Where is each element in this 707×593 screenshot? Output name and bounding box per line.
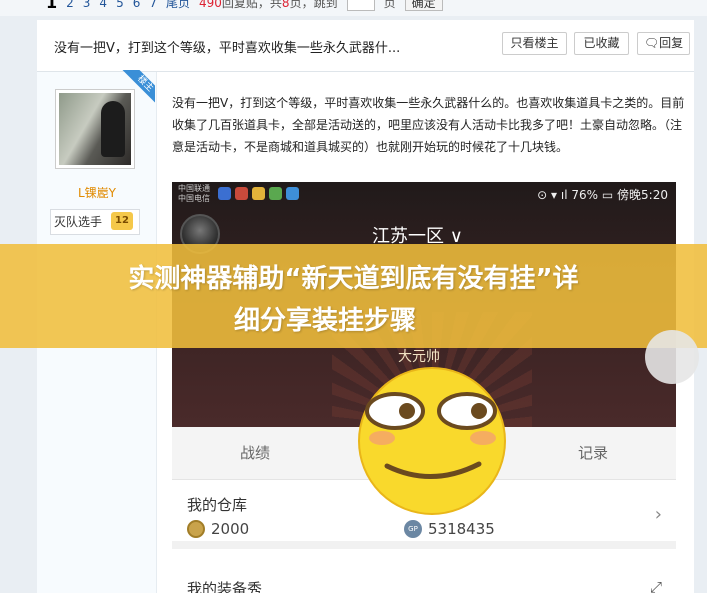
reply-icon: 🗨 [643, 36, 660, 50]
banner-line-2: 细分享装挂步骤 [234, 306, 417, 336]
page-count: 8 [281, 0, 290, 10]
only-op-button[interactable]: 只看楼主 [502, 32, 567, 55]
floating-button[interactable] [645, 330, 699, 384]
jump-page-input[interactable] [346, 0, 375, 11]
reply-count: 490 [199, 0, 222, 10]
username[interactable]: L锞嶏Y [37, 184, 157, 201]
smirk-emoji [358, 367, 506, 515]
coin-value: 2000 [211, 520, 250, 538]
reply-button-label: 回复 [659, 36, 684, 50]
reply-button[interactable]: 🗨回复 [637, 32, 690, 55]
battery-percent: 76% [571, 188, 599, 202]
page-link[interactable]: 4 [99, 0, 107, 10]
reply-count-suffix: 回复贴，共 [221, 0, 282, 10]
app-icon [252, 187, 265, 200]
page-link[interactable]: 3 [83, 0, 91, 10]
avatar-image [59, 93, 131, 165]
tab-history: 记录 [577, 444, 608, 462]
battery-icon: ▭ [601, 188, 614, 202]
jump-confirm-button[interactable]: 确定 [404, 0, 443, 11]
status-time: 傍晚5:20 [617, 188, 668, 202]
share-icon: ⤢ [649, 578, 662, 593]
tab-record: 战绩 [240, 444, 271, 462]
app-icon [269, 187, 282, 200]
chevron-right-icon: › [654, 504, 662, 525]
post-body: 没有一把V，打到这个等级，平时喜欢收集一些永久武器什么的。也喜欢收集道具卡之类的… [172, 96, 685, 154]
banner-line-1: 实测神器辅助“新天道到底有没有挂”详 [128, 264, 579, 294]
carrier-2: 中国电信 [178, 194, 210, 203]
thread-title-bar: 没有一把V，打到这个等级，平时喜欢收集一些永久武器什... 只看楼主 已收藏 🗨… [37, 20, 694, 72]
page-link[interactable]: 6 [133, 0, 141, 10]
equip-show-title: 我的装备秀 [187, 580, 263, 593]
app-icon [218, 187, 231, 200]
app-icon [235, 187, 248, 200]
page-unit: 页 [383, 0, 396, 10]
warehouse-title: 我的仓库 [187, 496, 248, 514]
level-badge: 12 [111, 212, 133, 230]
phone-status-bar: 中国联通 中国电信 ⊙ ▾ ıl 76% ▭ 傍晚5:20 [172, 182, 676, 208]
thread-title: 没有一把V，打到这个等级，平时喜欢收集一些永久武器什... [54, 41, 401, 56]
page-link[interactable]: 5 [116, 0, 124, 10]
app-icon [286, 187, 299, 200]
page-current: 1 [46, 0, 58, 12]
signal-icon: ⊙ ▾ ıl [537, 188, 568, 202]
gp-value: 5318435 [428, 520, 495, 538]
favorite-button[interactable]: 已收藏 [574, 32, 629, 55]
status-app-icons [218, 187, 299, 200]
coin-icon [187, 520, 205, 538]
rank-label: 大元帅 [398, 349, 440, 365]
last-page-link[interactable]: 尾页 [166, 0, 190, 11]
page-link[interactable]: 7 [149, 0, 157, 10]
user-title-badge: 灭队选手 12 [50, 209, 140, 235]
carrier-1: 中国联通 [178, 184, 210, 193]
title-banner: 实测神器辅助“新天道到底有没有挂”详 细分享装挂步骤 [0, 244, 707, 348]
gp-icon: GP [404, 520, 422, 538]
page-link[interactable]: 2 [66, 0, 74, 10]
avatar[interactable] [55, 89, 135, 169]
jump-label: 页，跳到 [289, 0, 338, 10]
user-title: 灭队选手 [54, 215, 103, 229]
pagination-bar: 1 2 3 4 5 6 7 尾页 490回复贴，共8页，跳到 页 确定 [0, 0, 707, 16]
